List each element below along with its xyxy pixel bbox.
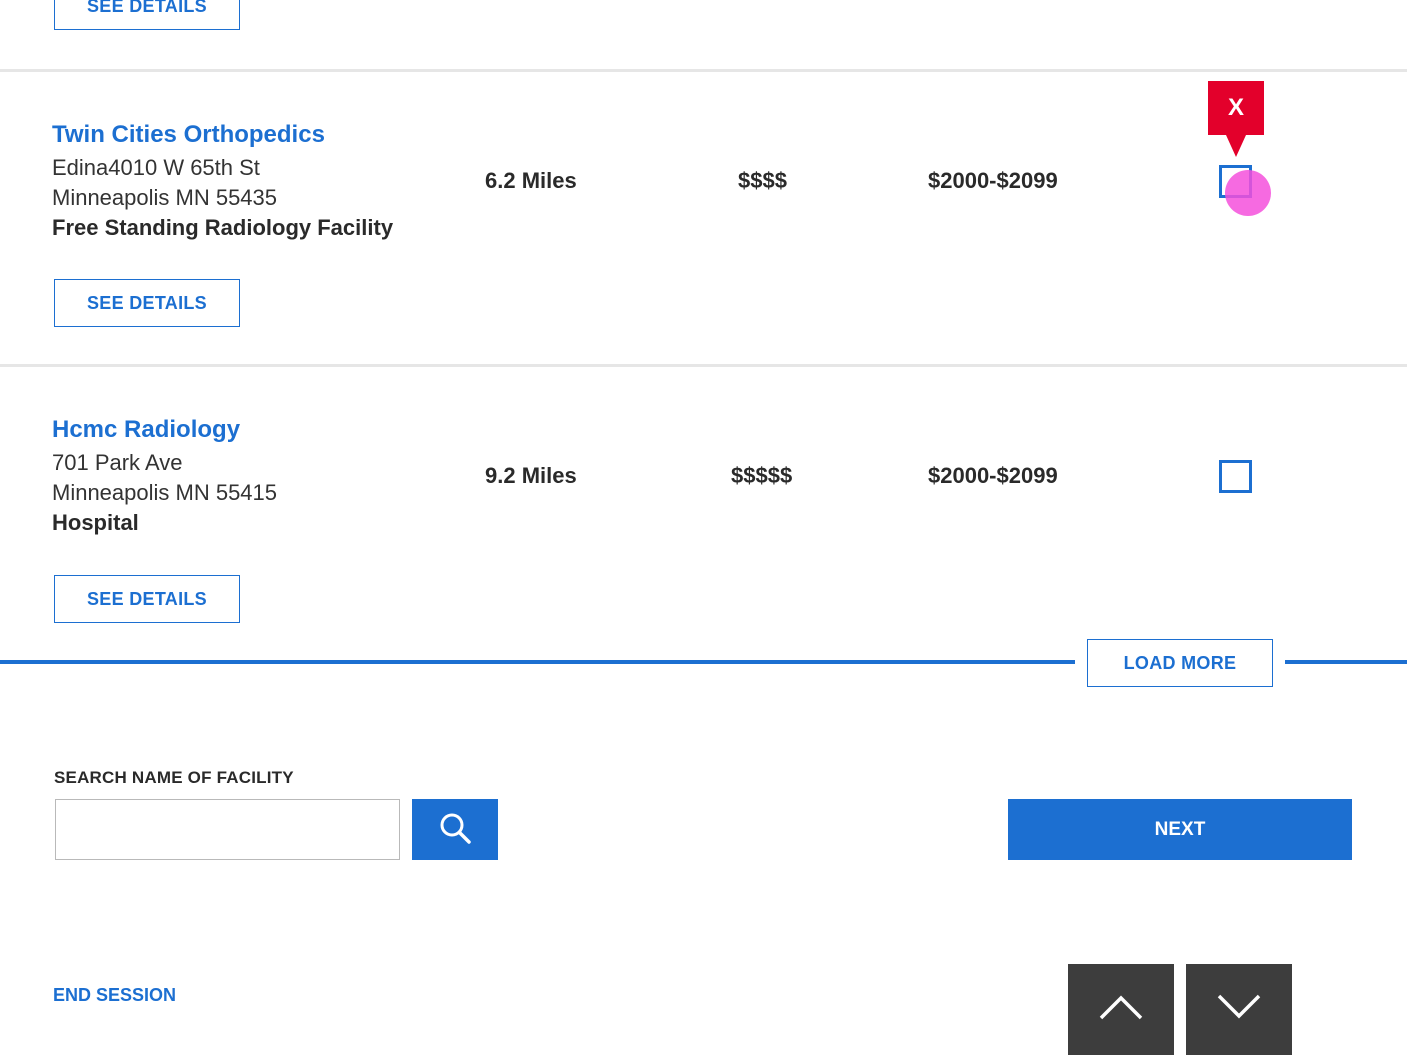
chevron-up-icon bbox=[1098, 993, 1144, 1026]
scroll-up-button[interactable] bbox=[1068, 964, 1174, 1055]
next-button[interactable]: NEXT bbox=[1008, 799, 1352, 860]
facility-cost-level: $$$$$ bbox=[731, 463, 793, 488]
facility-address-line1: 701 Park Ave bbox=[52, 450, 183, 475]
facility-search-input[interactable] bbox=[55, 799, 400, 860]
row-divider bbox=[0, 69, 1407, 72]
marker-pointer bbox=[1226, 135, 1246, 157]
facility-type: Free Standing Radiology Facility bbox=[52, 215, 394, 240]
see-details-button[interactable]: SEE DETAILS bbox=[54, 0, 240, 30]
facility-cost-level: $$$$ bbox=[738, 168, 787, 193]
select-facility-checkbox[interactable] bbox=[1219, 460, 1252, 493]
facility-name-link[interactable]: Hcmc Radiology bbox=[52, 416, 240, 444]
see-details-button[interactable]: SEE DETAILS bbox=[54, 575, 240, 623]
end-session-link[interactable]: END SESSION bbox=[53, 985, 176, 1006]
row-divider bbox=[0, 364, 1407, 367]
close-marker: X bbox=[1208, 81, 1264, 135]
facility-price-range: $2000-$2099 bbox=[928, 168, 1058, 193]
search-icon bbox=[438, 811, 472, 848]
facility-price-range: $2000-$2099 bbox=[928, 463, 1058, 488]
chevron-down-icon bbox=[1216, 993, 1262, 1026]
facility-distance: 6.2 Miles bbox=[485, 168, 577, 193]
scroll-down-button[interactable] bbox=[1186, 964, 1292, 1055]
click-indicator bbox=[1225, 170, 1271, 216]
see-details-button[interactable]: SEE DETAILS bbox=[54, 279, 240, 327]
facility-results-page: SEE DETAILS Twin Cities Orthopedics Edin… bbox=[0, 0, 1407, 1055]
facility-address-line1: Edina4010 W 65th St bbox=[52, 155, 260, 180]
load-more-button[interactable]: LOAD MORE bbox=[1087, 639, 1273, 687]
search-button[interactable] bbox=[412, 799, 498, 860]
search-label: SEARCH NAME OF FACILITY bbox=[54, 768, 294, 787]
load-more-rule-left bbox=[0, 660, 1075, 664]
facility-name-link[interactable]: Twin Cities Orthopedics bbox=[52, 121, 325, 149]
facility-type: Hospital bbox=[52, 510, 139, 535]
facility-distance: 9.2 Miles bbox=[485, 463, 577, 488]
load-more-rule-right bbox=[1285, 660, 1407, 664]
facility-address-line2: Minneapolis MN 55415 bbox=[52, 480, 278, 505]
facility-address-line2: Minneapolis MN 55435 bbox=[52, 185, 278, 210]
